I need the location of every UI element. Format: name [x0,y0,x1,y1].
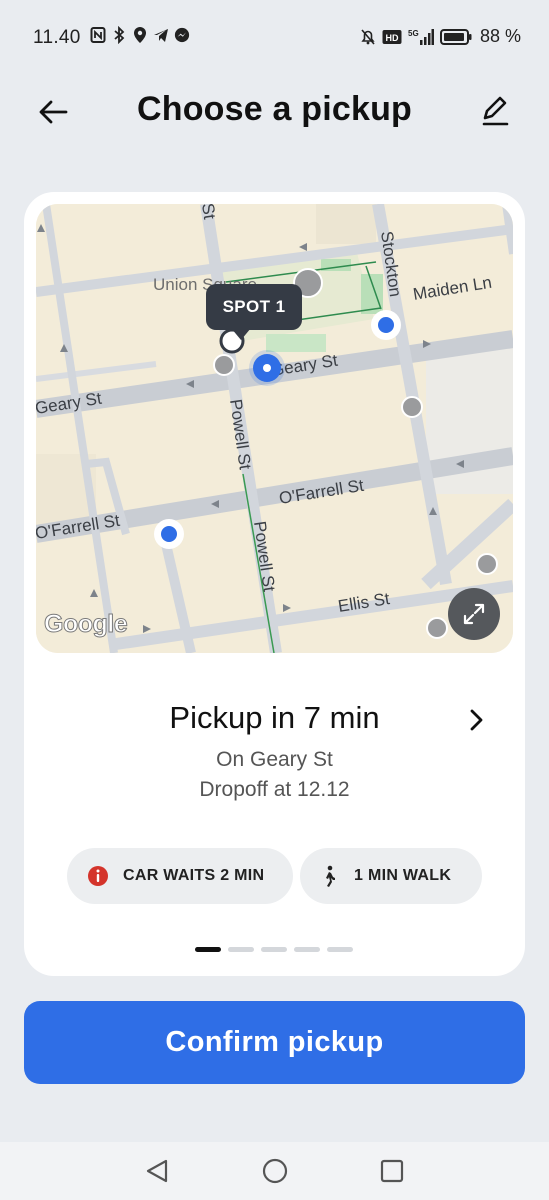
svg-text:HD: HD [385,33,398,43]
alt-pickup-pin[interactable] [371,310,401,340]
selected-pickup-pin[interactable] [249,350,285,386]
battery-icon [439,28,472,45]
telegram-icon [154,29,168,42]
chevron-right-icon [470,709,483,731]
battery-percentage: 88 % [479,26,521,46]
pagination-dot[interactable] [261,947,287,952]
google-attribution: Google [43,610,128,639]
walk-chip[interactable]: 1 MIN WALK [300,848,482,904]
car-waits-chip[interactable]: CAR WAITS 2 MIN [67,848,293,904]
pagination-dot[interactable] [327,947,353,952]
pickup-street: On Geary St [216,748,333,771]
map[interactable]: Geary St Geary St O'Farrell St O'Farrell… [36,204,513,653]
bluetooth-icon [114,26,125,44]
edit-button[interactable] [475,90,515,130]
dropoff-time: Dropoff at 12.12 [199,778,350,801]
system-nav-bar [0,1142,549,1200]
signal-5g-icon: 5G [408,28,434,45]
pencil-icon [482,96,509,126]
nav-back-icon[interactable] [143,1156,173,1186]
location-icon [134,27,146,43]
status-left-icons [90,26,190,44]
expand-icon [463,603,485,625]
status-time: 11.40 [33,27,81,48]
walk-icon [322,865,336,887]
pagination-dot[interactable] [294,947,320,952]
nav-recents-icon[interactable] [377,1156,407,1186]
expand-map-button[interactable] [448,588,500,640]
header: Choose a pickup [0,80,549,144]
spot-label[interactable]: SPOT 1 [206,284,302,340]
mute-icon [361,28,375,45]
info-icon [87,865,109,887]
status-right-icons: HD 5G 88 % [360,26,521,47]
pagination-dot[interactable] [228,947,254,952]
page-title: Choose a pickup [136,90,413,128]
pickup-card: Geary St Geary St O'Farrell St O'Farrell… [24,192,525,976]
chip-label: 1 MIN WALK [354,867,452,884]
map-label-st-top: St [198,204,219,221]
messenger-icon [174,27,190,43]
map-canvas: Geary St Geary St O'Farrell St O'Farrell… [36,204,513,653]
pagination-dot-active[interactable] [195,947,221,952]
alt-pickup-pin[interactable] [154,519,184,549]
confirm-pickup-button[interactable]: Confirm pickup [24,1001,525,1084]
hd-icon: HD [382,29,402,44]
pagination-dots [195,947,353,952]
pickup-details-button[interactable] [459,700,495,740]
chip-label: CAR WAITS 2 MIN [123,867,265,884]
pickup-eta-title: Pickup in 7 min [169,700,380,735]
nav-home-icon[interactable] [260,1156,290,1186]
nfc-icon [90,27,106,43]
svg-text:5G: 5G [408,29,419,38]
status-bar: 11.40 HD 5G 88 % [0,0,549,74]
